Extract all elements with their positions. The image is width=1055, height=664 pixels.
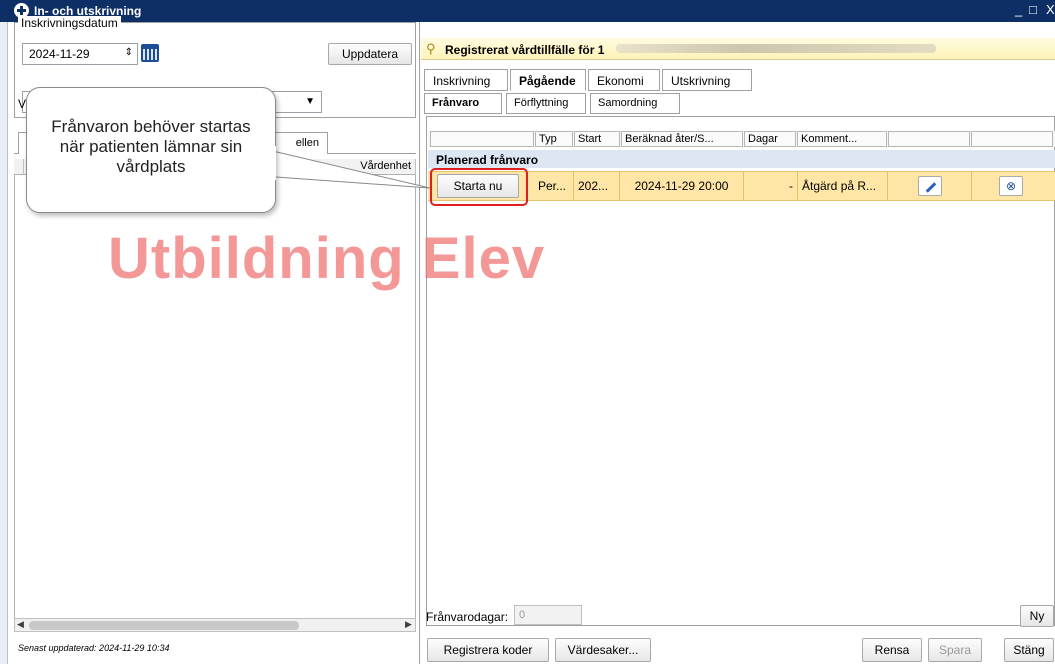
save-button: Spara — [928, 638, 982, 662]
new-button[interactable]: Ny — [1020, 605, 1054, 627]
col-action[interactable] — [430, 131, 534, 147]
col-edit[interactable] — [888, 131, 970, 147]
registration-header: ⚲ Registrerat vårdtillfälle för 1 — [421, 38, 1055, 60]
tab-pagaende[interactable]: Pågående — [510, 69, 586, 91]
cell-beraknad: 2024-11-29 20:00 — [620, 172, 744, 200]
cell-typ: Per... — [534, 172, 574, 200]
register-codes-button[interactable]: Registrera koder — [427, 638, 549, 662]
minimize-button[interactable]: _ — [1015, 2, 1022, 17]
planned-absence-group: Planerad frånvaro — [428, 150, 1055, 168]
maximize-button[interactable]: □ — [1029, 2, 1037, 17]
col-remove[interactable] — [971, 131, 1053, 147]
scroll-right-icon[interactable]: ▶ — [405, 619, 412, 630]
absence-grid-header: Typ Start Beräknad åter/S... Dagar Komme… — [428, 131, 1055, 147]
cell-kommentar: Åtgärd på R... — [798, 172, 888, 200]
redacted-patient-id — [616, 44, 936, 53]
callout-tail-cover — [268, 146, 276, 180]
watermark-text: Utbildning Elev — [108, 226, 546, 291]
last-updated-status: Senast uppdaterad: 2024-11-29 10:34 — [18, 643, 170, 653]
col-kommentar[interactable]: Komment... — [797, 131, 887, 147]
scroll-thumb[interactable] — [29, 621, 299, 630]
tab-forflyttning[interactable]: Förflyttning — [506, 93, 586, 114]
close-dialog-button[interactable]: Stäng — [1004, 638, 1054, 662]
tab-samordning[interactable]: Samordning — [590, 93, 680, 114]
horizontal-scrollbar[interactable]: ◀ ▶ — [14, 618, 416, 632]
clear-button[interactable]: Rensa — [862, 638, 922, 662]
cell-start: 202... — [574, 172, 620, 200]
col-typ[interactable]: Typ — [535, 131, 573, 147]
callout-text: Frånvaron behöver startas när patienten … — [51, 117, 251, 176]
highlight-box — [430, 168, 528, 206]
col-beraknad[interactable]: Beräknad åter/S... — [621, 131, 743, 147]
col-start[interactable]: Start — [574, 131, 620, 147]
pencil-icon[interactable] — [918, 176, 942, 196]
col-dagar[interactable]: Dagar — [744, 131, 796, 147]
absence-days-field: 0 — [514, 605, 582, 625]
scroll-left-icon[interactable]: ◀ — [17, 619, 24, 630]
absence-days-label: Frånvarodagar: — [426, 610, 509, 624]
registration-header-text: Registrerat vårdtillfälle för 1 — [445, 43, 605, 57]
tab-ekonomi[interactable]: Ekonomi — [588, 69, 660, 91]
tab-utskrivning[interactable]: Utskrivning — [662, 69, 752, 91]
remove-circle-icon[interactable]: ⊗ — [999, 176, 1023, 196]
cell-dagar: - — [744, 172, 798, 200]
valuables-button[interactable]: Värdesaker... — [555, 638, 651, 662]
close-button[interactable]: X — [1046, 2, 1055, 17]
